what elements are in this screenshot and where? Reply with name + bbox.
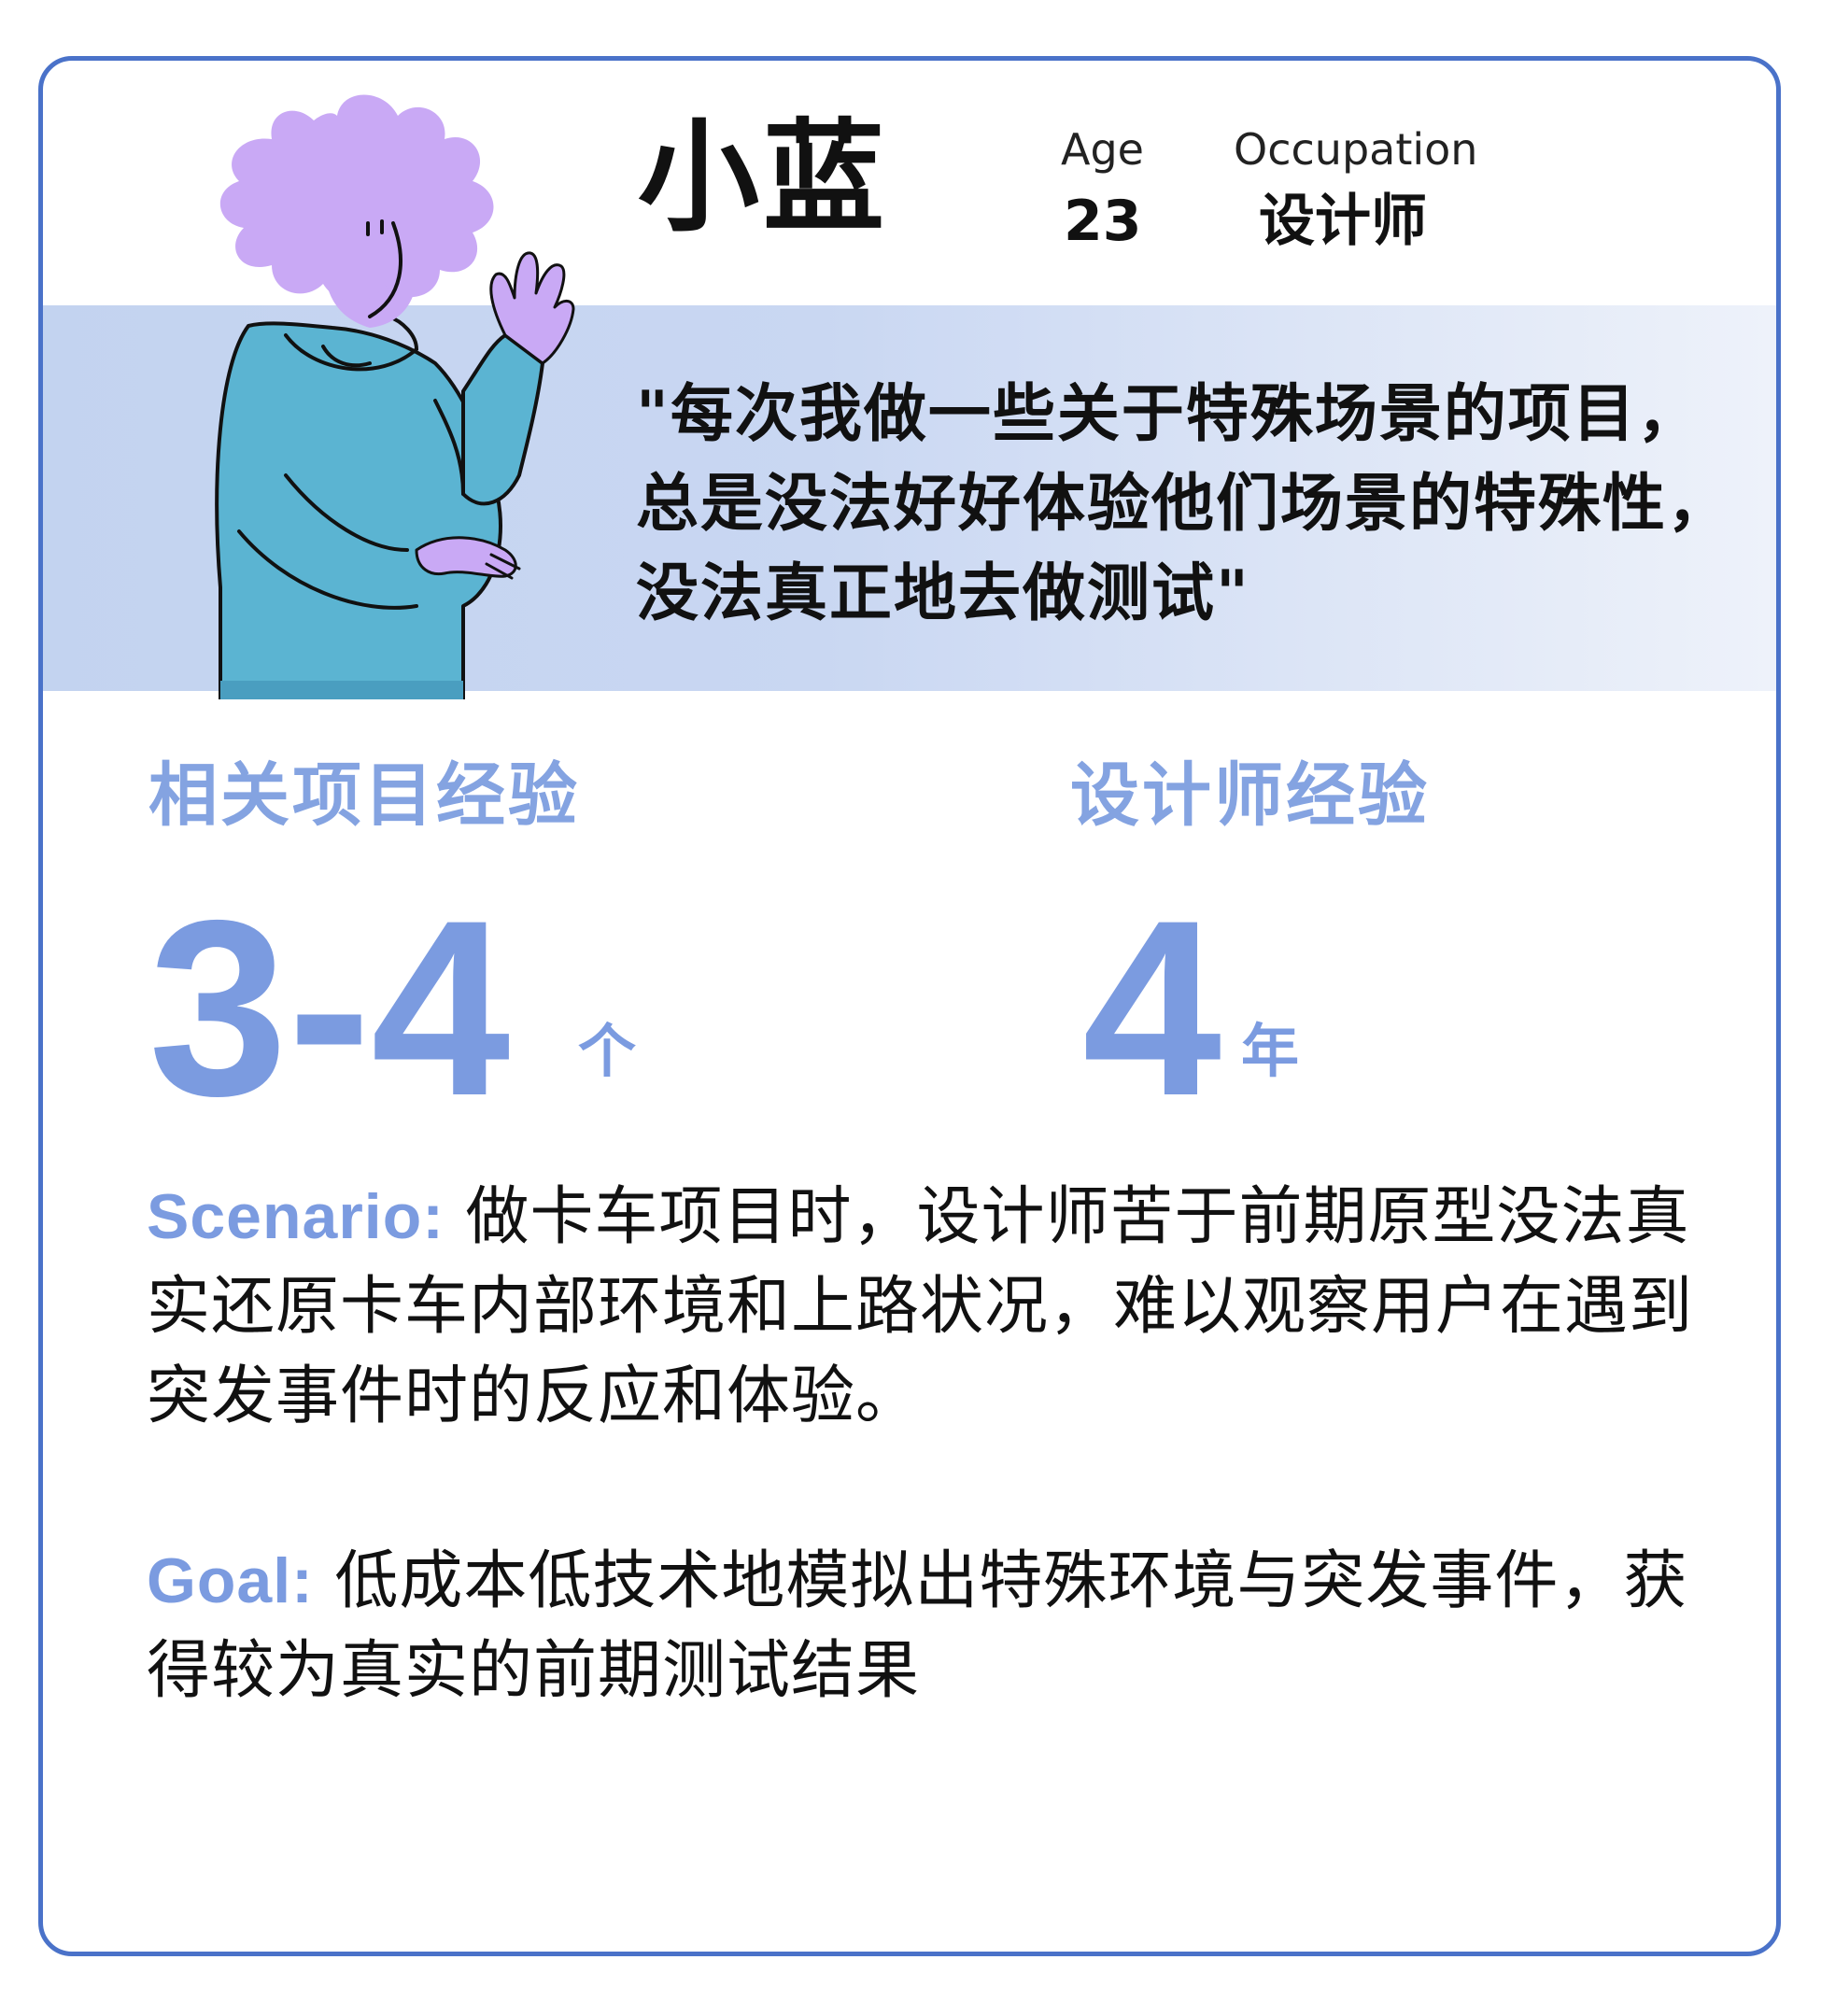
project-experience-value: 3-4 bbox=[148, 867, 511, 1148]
persona-card: 小蓝 Age 23 Occupation 设计师 "每次我做一些关于特殊场景的项… bbox=[38, 56, 1781, 1956]
goal-label: Goal: bbox=[147, 1545, 314, 1616]
occupation-value: 设计师 bbox=[1259, 189, 1427, 254]
designer-experience-value: 4 bbox=[1082, 867, 1222, 1148]
project-experience-label: 相关项目经验 bbox=[148, 755, 580, 836]
persona-name: 小蓝 bbox=[638, 106, 889, 248]
scenario-label: Scenario: bbox=[147, 1181, 445, 1252]
goal-paragraph: Goal: 低成本低技术地模拟出特殊环境与突发事件，获得较为真实的前期测试结果 bbox=[147, 1536, 1734, 1716]
persona-quote: "每次我做一些关于特殊场景的项目，总是没法好好体验他们场景的特殊性，没法真正地去… bbox=[636, 377, 1731, 629]
age-label: Age bbox=[1061, 124, 1144, 175]
age-value: 23 bbox=[1064, 189, 1142, 254]
goal-text: 低成本低技术地模拟出特殊环境与突发事件，获得较为真实的前期测试结果 bbox=[147, 1544, 1688, 1708]
occupation-label: Occupation bbox=[1234, 124, 1478, 175]
avatar-illustration bbox=[215, 94, 575, 699]
designer-experience-unit: 年 bbox=[1241, 1017, 1300, 1085]
scenario-paragraph: Scenario: 做卡车项目时，设计师苦于前期原型没法真实还原卡车内部环境和上… bbox=[147, 1172, 1734, 1442]
project-experience-unit: 个 bbox=[578, 1017, 637, 1085]
designer-experience-label: 设计师经验 bbox=[1070, 755, 1430, 836]
